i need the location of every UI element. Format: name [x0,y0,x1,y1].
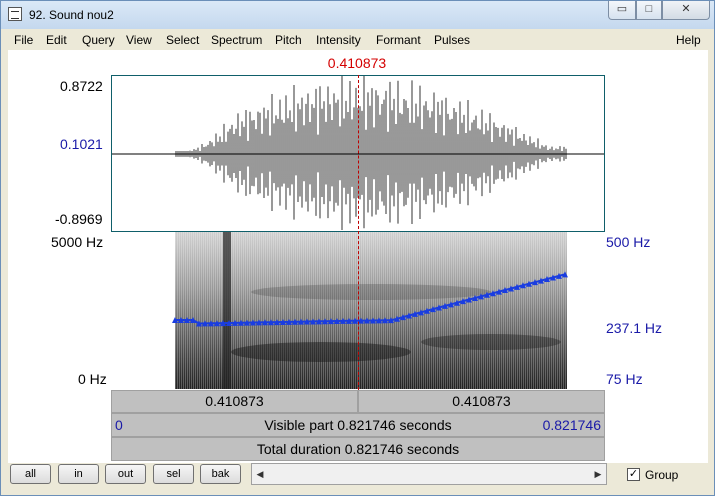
zoom-all-button[interactable]: all [10,464,51,484]
waveform-min-label: -0.8969 [55,211,103,227]
waveform-signal [175,76,567,231]
waveform-cursor-value: 0.1021 [60,136,103,152]
zoom-back-button[interactable]: bak [200,464,241,484]
zoom-out-button[interactable]: out [105,464,146,484]
menu-pitch[interactable]: Pitch [275,33,302,47]
spectrogram-texture [175,232,567,389]
spectrogram-bottom-freq: 0 Hz [78,371,107,387]
group-checkbox[interactable]: ✓ [627,468,640,481]
menu-file[interactable]: File [14,33,33,47]
scroll-left-icon[interactable]: ◀ [252,464,268,484]
visible-part-label: Visible part 0.821746 seconds [264,417,452,433]
menu-spectrum[interactable]: Spectrum [211,33,262,47]
total-duration-bar[interactable]: Total duration 0.821746 seconds [111,437,605,461]
spectrogram-burst [223,232,231,389]
spectrogram-formant-1 [231,342,411,362]
horizontal-scrollbar[interactable]: ◀ ▶ [251,463,607,485]
pitch-current-label: 237.1 Hz [606,320,663,336]
spectrogram-formant-2 [421,334,561,350]
menu-intensity[interactable]: Intensity [316,33,361,47]
pitch-bottom-label: 75 Hz [606,371,643,387]
spectrogram-formant-3 [251,284,491,300]
minimize-button[interactable]: ▭ [608,1,636,20]
app-icon [8,7,22,21]
zoom-in-button[interactable]: in [58,464,99,484]
time-segment-right[interactable]: 0.410873 [358,390,605,413]
zoom-sel-button[interactable]: sel [153,464,194,484]
close-button[interactable]: ✕ [662,1,710,20]
time-segment-left[interactable]: 0.410873 [111,390,358,413]
waveform-max-label: 0.8722 [60,78,103,94]
maximize-button[interactable]: □ [636,1,662,20]
menu-edit[interactable]: Edit [46,33,67,47]
scroll-right-icon[interactable]: ▶ [590,464,606,484]
menu-formant[interactable]: Formant [376,33,421,47]
spectrogram-top-freq: 5000 Hz [51,234,104,250]
visible-part-bar[interactable]: 0 Visible part 0.821746 seconds 0.821746 [111,413,605,437]
menu-help[interactable]: Help [676,33,701,47]
time-cursor-line [358,75,359,390]
pitch-top-label: 500 Hz [606,234,651,250]
menu-pulses[interactable]: Pulses [434,33,470,47]
visible-start: 0 [115,417,123,433]
visible-end: 0.821746 [542,417,601,433]
cursor-time-label: 0.410873 [327,55,387,71]
menu-view[interactable]: View [126,33,152,47]
window-title: 92. Sound nou2 [29,8,114,22]
group-label: Group [645,468,679,482]
menu-bar: File Edit Query View Select Spectrum Pit… [8,30,708,50]
menu-select[interactable]: Select [166,33,199,47]
menu-query[interactable]: Query [82,33,115,47]
title-bar: 92. Sound nou2 ▭ □ ✕ [1,1,714,29]
